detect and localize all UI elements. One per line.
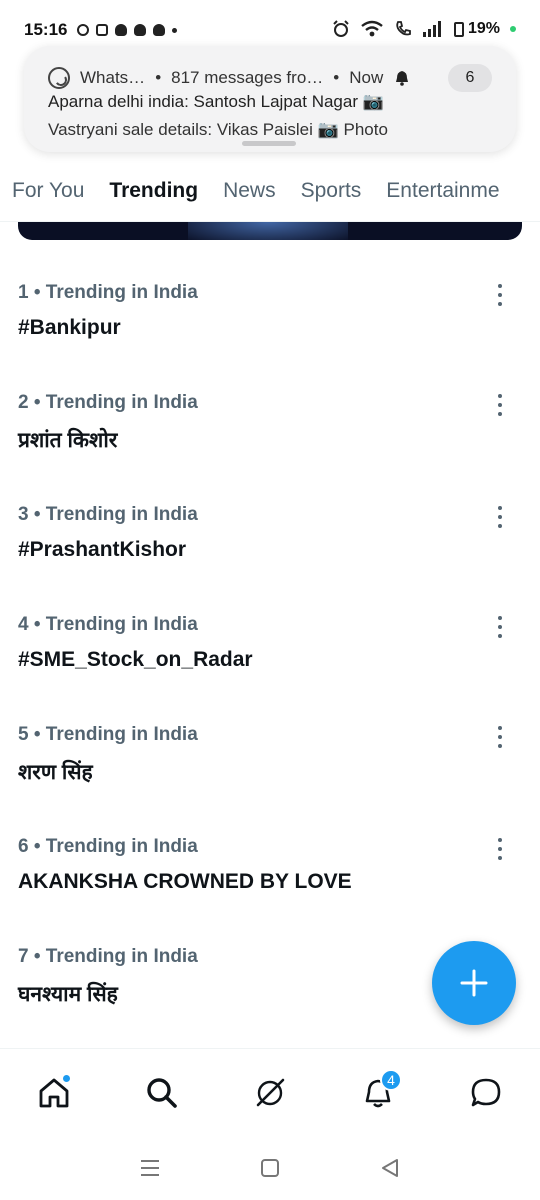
notification-message-2: Vastryani sale details: Vikas Paislei 📷 … bbox=[48, 120, 388, 139]
home-system-button[interactable] bbox=[250, 1148, 290, 1188]
notification-header: Whats… • 817 messages fro… • Now 6 bbox=[48, 64, 492, 92]
recent-apps-button[interactable] bbox=[130, 1148, 170, 1188]
compose-post-button[interactable] bbox=[432, 941, 516, 1025]
system-navigation-bar bbox=[0, 1136, 540, 1200]
trends-list: 1 • Trending in India #Bankipur 2 • Tren… bbox=[0, 240, 540, 1014]
bottom-navigation: 4 bbox=[0, 1048, 540, 1136]
tab-entertainment[interactable]: Entertainme bbox=[386, 171, 499, 203]
trend-name: शरण सिंह bbox=[18, 761, 93, 784]
more-options-icon[interactable] bbox=[498, 394, 504, 416]
notification-summary: 817 messages fro… bbox=[171, 68, 324, 87]
status-bar: 15:16 19% bbox=[0, 0, 540, 44]
list-item[interactable]: 6 • Trending in India AKANKSHA CROWNED B… bbox=[0, 794, 540, 904]
tab-trending[interactable]: Trending bbox=[109, 171, 198, 203]
clock: 15:16 bbox=[24, 20, 68, 39]
more-options-icon[interactable] bbox=[498, 838, 504, 860]
whatsapp-icon bbox=[48, 67, 70, 89]
trend-name: प्रशांत किशोर bbox=[18, 429, 118, 452]
trend-meta: 2 • Trending in India bbox=[18, 392, 198, 413]
nav-notifications[interactable]: 4 bbox=[348, 1063, 408, 1123]
grok-icon bbox=[256, 1078, 285, 1106]
status-bar-right: 19% bbox=[332, 0, 516, 38]
trend-meta: 1 • Trending in India bbox=[18, 282, 198, 303]
list-item[interactable]: 4 • Trending in India #SME_Stock_on_Rada… bbox=[0, 572, 540, 682]
battery-icon bbox=[453, 21, 464, 37]
list-item[interactable]: 5 • Trending in India शरण सिंह bbox=[0, 682, 540, 794]
hero-image[interactable] bbox=[18, 222, 522, 240]
list-item[interactable]: 2 • Trending in India प्रशांत किशोर bbox=[0, 350, 540, 462]
notification-count-badge[interactable]: 6 bbox=[448, 64, 492, 92]
back-triangle-icon bbox=[382, 1159, 398, 1177]
trend-meta: 3 • Trending in India bbox=[18, 504, 198, 525]
instagram-status-icon bbox=[96, 24, 109, 36]
trend-meta: 6 • Trending in India bbox=[18, 836, 198, 857]
more-options-icon[interactable] bbox=[498, 284, 504, 306]
list-item[interactable]: 1 • Trending in India #Bankipur bbox=[0, 240, 540, 350]
tab-sports[interactable]: Sports bbox=[301, 171, 362, 203]
menu-lines-icon bbox=[141, 1160, 159, 1176]
bell-alert-icon bbox=[396, 71, 409, 86]
home-unread-dot bbox=[61, 1072, 72, 1084]
call-icon bbox=[396, 21, 411, 36]
trend-name: घनश्याम सिंह bbox=[18, 983, 118, 1006]
battery-percent: 19% bbox=[467, 20, 500, 37]
separator: • bbox=[333, 68, 340, 87]
battery-indicator: 19% bbox=[453, 20, 500, 38]
snapchat-status-icon bbox=[115, 24, 128, 36]
status-notification-icons bbox=[77, 24, 178, 36]
trend-meta: 4 • Trending in India bbox=[18, 614, 198, 635]
snapchat-status-icon bbox=[153, 24, 166, 36]
trend-name: #PrashantKishor bbox=[18, 538, 187, 561]
alarm-icon bbox=[333, 20, 349, 37]
whatsapp-notification[interactable]: Whats… • 817 messages fro… • Now 6 Aparn… bbox=[24, 46, 516, 152]
search-icon bbox=[147, 1077, 177, 1108]
trend-meta: 5 • Trending in India bbox=[18, 724, 198, 745]
more-options-icon[interactable] bbox=[498, 726, 504, 748]
square-icon bbox=[261, 1159, 279, 1177]
notification-message-1: Aparna delhi india: Santosh Lajpat Nagar… bbox=[48, 92, 384, 111]
notification-drag-handle[interactable] bbox=[242, 141, 296, 146]
wifi-icon bbox=[361, 20, 383, 37]
notification-time: Now bbox=[349, 68, 384, 87]
signal-icon bbox=[422, 21, 441, 37]
nav-grok[interactable] bbox=[240, 1063, 300, 1123]
trend-name: AKANKSHA CROWNED BY LOVE bbox=[18, 870, 352, 893]
list-item[interactable]: 3 • Trending in India #PrashantKishor bbox=[0, 462, 540, 572]
notifications-count-badge: 4 bbox=[380, 1068, 402, 1091]
explore-tabs: For You Trending News Sports Entertainme bbox=[0, 152, 540, 222]
back-system-button[interactable] bbox=[370, 1148, 410, 1188]
snapchat-status-icon bbox=[134, 24, 147, 36]
status-bar-left: 15:16 bbox=[24, 0, 178, 40]
plus-icon bbox=[460, 969, 488, 997]
nav-explore[interactable] bbox=[132, 1063, 192, 1123]
privacy-indicator-dot bbox=[510, 26, 516, 32]
nav-home[interactable] bbox=[24, 1063, 84, 1123]
separator: • bbox=[155, 68, 162, 87]
tabs-divider bbox=[0, 221, 540, 222]
nav-messages[interactable] bbox=[456, 1063, 516, 1123]
more-notifications-dot-icon bbox=[172, 27, 178, 33]
more-options-icon[interactable] bbox=[498, 506, 504, 528]
notification-app-name: Whats… bbox=[80, 68, 146, 87]
trend-name: #Bankipur bbox=[18, 316, 121, 339]
chat-bubble-icon bbox=[471, 1078, 501, 1106]
trend-name: #SME_Stock_on_Radar bbox=[18, 648, 253, 671]
tab-for-you[interactable]: For You bbox=[12, 171, 84, 203]
tab-news[interactable]: News bbox=[223, 171, 276, 203]
whatsapp-status-icon bbox=[77, 24, 90, 36]
more-options-icon[interactable] bbox=[498, 616, 504, 638]
trend-meta: 7 • Trending in India bbox=[18, 946, 198, 967]
